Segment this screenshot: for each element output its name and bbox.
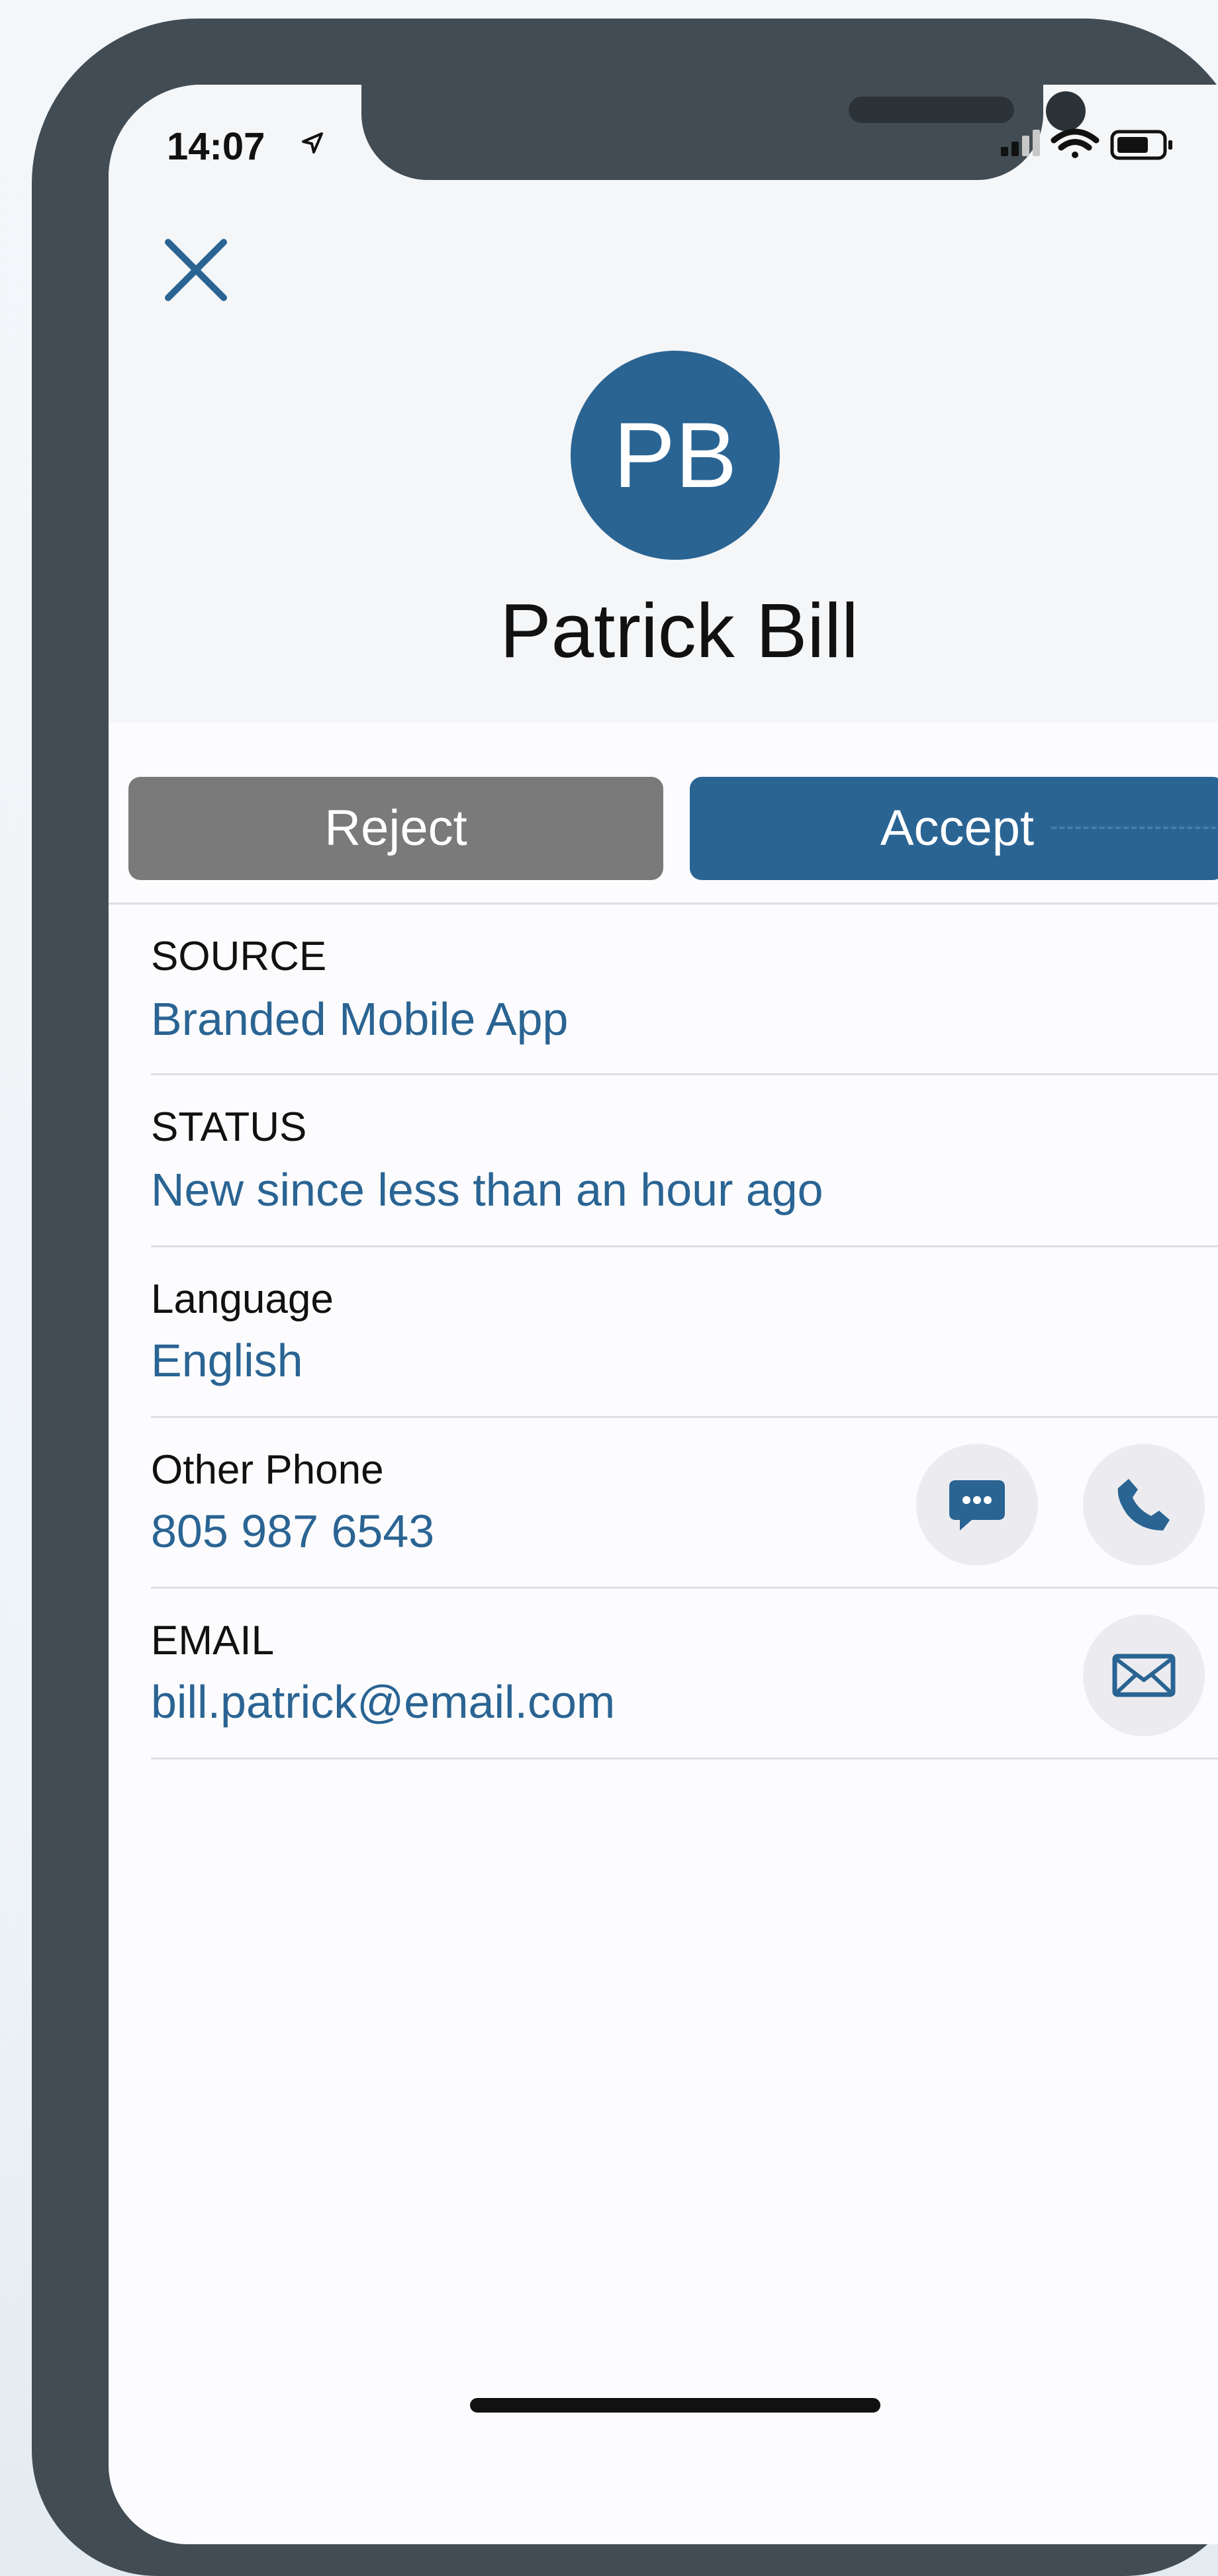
field-value-email[interactable]: bill.patrick@email.com (151, 1675, 615, 1728)
location-arrow-icon (302, 132, 323, 154)
divider (151, 1073, 1218, 1075)
field-label-language: Language (151, 1276, 334, 1322)
home-indicator[interactable] (470, 2398, 880, 2413)
message-icon (949, 1480, 1005, 1531)
notch (361, 85, 1086, 180)
field-label-source: SOURCE (151, 934, 327, 979)
status-time: 14:07 (167, 125, 265, 168)
divider (151, 1416, 1218, 1418)
field-value-status: New since less than an hour ago (151, 1164, 823, 1216)
close-icon[interactable] (163, 237, 229, 303)
phone-frame: 14:07 PB Patrick Bill Reject Accept SOUR… (32, 19, 1218, 2576)
speaker-grille (849, 97, 1014, 123)
battery-icon (1110, 130, 1172, 160)
email-button[interactable] (1083, 1615, 1205, 1736)
field-value-language: English (151, 1335, 303, 1386)
divider (109, 903, 1218, 905)
status-indicators (1001, 128, 1172, 160)
field-value-source: Branded Mobile App (151, 993, 569, 1045)
callout-line (1051, 826, 1218, 829)
avatar: PB (571, 351, 780, 560)
field-label-other-phone: Other Phone (151, 1447, 384, 1493)
sms-button[interactable] (916, 1444, 1038, 1566)
mail-icon (1112, 1654, 1176, 1697)
field-label-status: STATUS (151, 1104, 307, 1150)
phone-icon (1117, 1479, 1170, 1531)
divider (151, 1757, 1218, 1759)
screen: 14:07 PB Patrick Bill Reject Accept SOUR… (109, 85, 1218, 2544)
divider (151, 1587, 1218, 1589)
reject-button[interactable]: Reject (128, 777, 663, 880)
divider (151, 1245, 1218, 1247)
call-button[interactable] (1083, 1444, 1205, 1566)
wifi-icon (1051, 128, 1100, 158)
signal-icon (1001, 130, 1040, 156)
contact-name: Patrick Bill (500, 588, 859, 674)
field-label-email: EMAIL (151, 1618, 275, 1664)
field-value-other-phone[interactable]: 805 987 6543 (151, 1505, 434, 1558)
